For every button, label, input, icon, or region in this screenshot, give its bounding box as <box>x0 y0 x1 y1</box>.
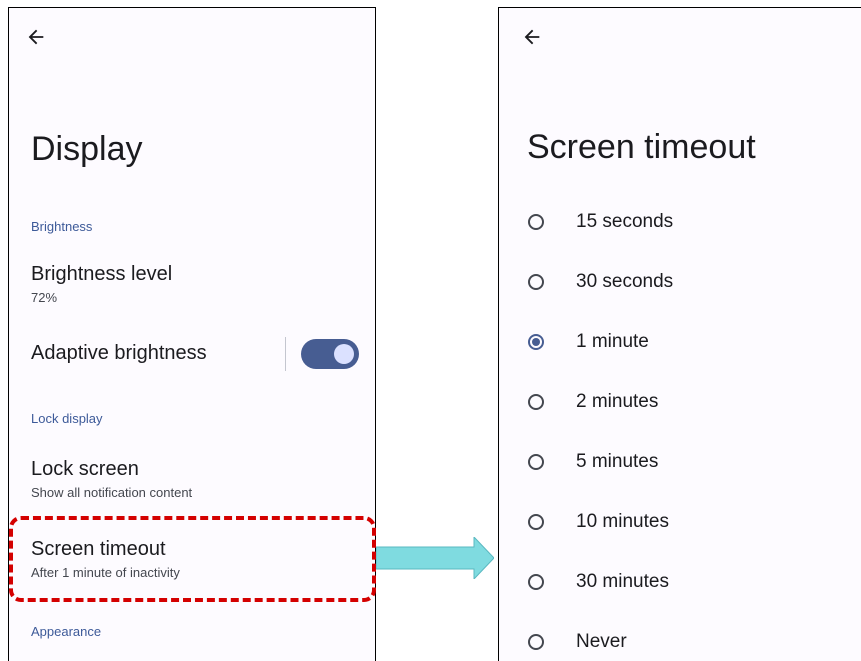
radio-button[interactable] <box>528 514 544 530</box>
timeout-option[interactable]: 30 seconds <box>499 264 861 304</box>
option-label: 30 minutes <box>576 571 669 592</box>
lock-screen-summary: Show all notification content <box>31 485 193 500</box>
lock-screen-item[interactable]: Lock screen Show all notification conten… <box>31 458 192 500</box>
timeout-option[interactable]: 10 minutes <box>499 504 861 544</box>
radio-button[interactable] <box>528 334 544 350</box>
option-label: 5 minutes <box>576 451 659 472</box>
lock-screen-title: Lock screen <box>31 458 139 480</box>
radio-button[interactable] <box>528 394 544 410</box>
radio-button[interactable] <box>528 214 544 230</box>
timeout-option[interactable]: Never <box>499 624 861 661</box>
screen-timeout-screen: Screen timeout 15 seconds 30 seconds 1 m… <box>498 7 861 661</box>
back-arrow-icon[interactable] <box>25 26 47 48</box>
option-label: 15 seconds <box>576 211 674 232</box>
adaptive-brightness-title: Adaptive brightness <box>31 342 207 364</box>
timeout-option[interactable]: 5 minutes <box>499 444 861 484</box>
brightness-level-summary: 72% <box>31 290 58 305</box>
page-title: Display <box>31 130 143 168</box>
back-arrow-icon[interactable] <box>521 26 543 48</box>
option-label: 30 seconds <box>576 271 674 292</box>
option-label: 2 minutes <box>576 391 659 412</box>
radio-button[interactable] <box>528 574 544 590</box>
page-title: Screen timeout <box>527 128 756 166</box>
section-header-appearance: Appearance <box>31 624 102 639</box>
brightness-level-item[interactable]: Brightness level 72% <box>31 263 172 305</box>
radio-button[interactable] <box>528 274 544 290</box>
timeout-option[interactable]: 2 minutes <box>499 384 861 424</box>
option-label: 1 minute <box>576 331 649 352</box>
radio-button[interactable] <box>528 634 544 650</box>
section-header-lock-display: Lock display <box>31 411 103 426</box>
timeout-option[interactable]: 30 minutes <box>499 564 861 604</box>
divider <box>285 337 286 371</box>
right-arrow-icon <box>376 537 494 579</box>
adaptive-brightness-toggle[interactable] <box>301 339 359 369</box>
section-header-brightness: Brightness <box>31 219 93 234</box>
brightness-level-title: Brightness level <box>31 263 173 285</box>
toggle-thumb <box>334 344 354 364</box>
radio-button[interactable] <box>528 454 544 470</box>
option-label: Never <box>576 631 627 652</box>
timeout-option[interactable]: 1 minute <box>499 324 861 364</box>
adaptive-brightness-item[interactable]: Adaptive brightness <box>31 342 207 365</box>
timeout-option[interactable]: 15 seconds <box>499 204 861 244</box>
option-label: 10 minutes <box>576 511 669 532</box>
highlight-box <box>9 516 376 602</box>
